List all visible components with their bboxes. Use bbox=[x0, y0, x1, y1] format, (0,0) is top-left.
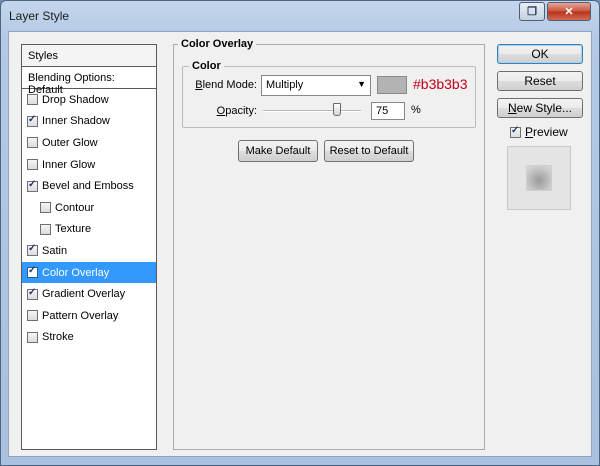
opacity-input[interactable]: 75 bbox=[371, 102, 405, 120]
preview-checkbox[interactable] bbox=[510, 125, 521, 138]
style-item[interactable]: Inner Shadow bbox=[22, 111, 156, 133]
style-item-label: Texture bbox=[55, 223, 92, 236]
style-item-label: Pattern Overlay bbox=[42, 309, 119, 322]
color-overlay-panel: Color Overlay Color Blend Mode: Multiply… bbox=[173, 38, 485, 450]
style-checkbox[interactable] bbox=[27, 310, 38, 322]
style-checkbox[interactable] bbox=[27, 243, 38, 257]
style-item-label: Gradient Overlay bbox=[42, 288, 126, 301]
opacity-slider-track[interactable] bbox=[263, 110, 361, 112]
style-checkbox[interactable] bbox=[40, 202, 51, 214]
title-bar[interactable]: Layer Style ❐ ✕ bbox=[1, 1, 599, 31]
style-item[interactable]: Stroke bbox=[22, 327, 156, 349]
opacity-slider-thumb[interactable] bbox=[332, 103, 341, 116]
style-item[interactable]: Gradient Overlay bbox=[22, 283, 156, 305]
style-item-label: Contour bbox=[55, 201, 95, 214]
style-item-label: Outer Glow bbox=[42, 136, 98, 149]
style-item[interactable]: Outer Glow bbox=[22, 132, 156, 154]
restore-icon: ❐ bbox=[527, 6, 537, 18]
color-group: Color Blend Mode: Multiply ▼ #b3b3b3 Opa… bbox=[182, 60, 476, 128]
style-item-label: Bevel and Emboss bbox=[42, 180, 134, 193]
overlay-color-swatch[interactable] bbox=[377, 76, 407, 94]
style-item-label: Drop Shadow bbox=[42, 93, 109, 106]
style-item[interactable]: Contour bbox=[22, 197, 156, 219]
close-icon: ✕ bbox=[564, 6, 574, 18]
style-item[interactable]: Texture bbox=[22, 219, 156, 241]
dialog-client-area: Styles Blending Options: Default Drop Sh… bbox=[8, 31, 592, 457]
style-checkbox[interactable] bbox=[27, 179, 38, 192]
style-checkbox[interactable] bbox=[27, 137, 38, 149]
color-overlay-group-title: Color Overlay bbox=[178, 38, 257, 50]
reset-to-default-button[interactable]: Reset to Default bbox=[324, 140, 414, 162]
new-style-button[interactable]: New Style... bbox=[497, 98, 583, 118]
layer-style-window: Layer Style ❐ ✕ Styles Blending Options:… bbox=[0, 0, 600, 466]
preview-label: Preview bbox=[525, 125, 568, 139]
style-item[interactable]: Inner Glow bbox=[22, 154, 156, 176]
style-checkbox[interactable] bbox=[27, 287, 38, 300]
style-item[interactable]: Pattern Overlay bbox=[22, 305, 156, 327]
ok-button[interactable]: OK bbox=[497, 44, 583, 64]
window-title: Layer Style bbox=[9, 9, 70, 23]
style-item-label: Satin bbox=[42, 244, 68, 257]
style-item-label: Color Overlay bbox=[42, 266, 110, 279]
style-item[interactable]: Bevel and Emboss bbox=[22, 175, 156, 197]
make-default-button[interactable]: Make Default bbox=[238, 140, 318, 162]
blending-options-item[interactable]: Blending Options: Default bbox=[22, 67, 156, 96]
close-button[interactable]: ✕ bbox=[547, 2, 591, 21]
reset-button[interactable]: Reset bbox=[497, 71, 583, 91]
blend-mode-select[interactable]: Multiply ▼ bbox=[261, 75, 371, 96]
style-items: Drop Shadow Inner Shadow Outer Glow Inner G… bbox=[22, 89, 156, 348]
style-checkbox[interactable] bbox=[27, 94, 38, 106]
style-checkbox[interactable] bbox=[27, 114, 38, 127]
preview-swatch bbox=[526, 165, 552, 191]
style-checkbox[interactable] bbox=[27, 331, 38, 343]
color-group-title: Color bbox=[189, 60, 224, 72]
chevron-down-icon: ▼ bbox=[357, 79, 366, 89]
blend-mode-label: Blend Mode: bbox=[195, 79, 257, 91]
preview-toggle[interactable]: Preview bbox=[510, 125, 568, 139]
opacity-unit: % bbox=[411, 104, 421, 116]
opacity-label: Opacity: bbox=[216, 105, 257, 117]
styles-list: Styles Blending Options: Default Drop Sh… bbox=[21, 44, 157, 450]
style-item-label: Inner Glow bbox=[42, 158, 96, 171]
style-preview-thumbnail bbox=[507, 146, 571, 210]
blend-mode-value: Multiply bbox=[266, 79, 304, 91]
style-checkbox[interactable] bbox=[27, 159, 38, 171]
style-item[interactable]: Satin bbox=[22, 240, 156, 262]
style-item-label: Stroke bbox=[42, 331, 74, 344]
style-checkbox[interactable] bbox=[27, 265, 38, 279]
style-item[interactable]: Color Overlay bbox=[22, 261, 156, 284]
style-checkbox[interactable] bbox=[40, 223, 51, 235]
styles-header[interactable]: Styles bbox=[22, 45, 156, 67]
style-item-label: Inner Shadow bbox=[42, 115, 110, 128]
color-annotation: #b3b3b3 bbox=[413, 76, 468, 92]
restore-button[interactable]: ❐ bbox=[519, 2, 545, 21]
